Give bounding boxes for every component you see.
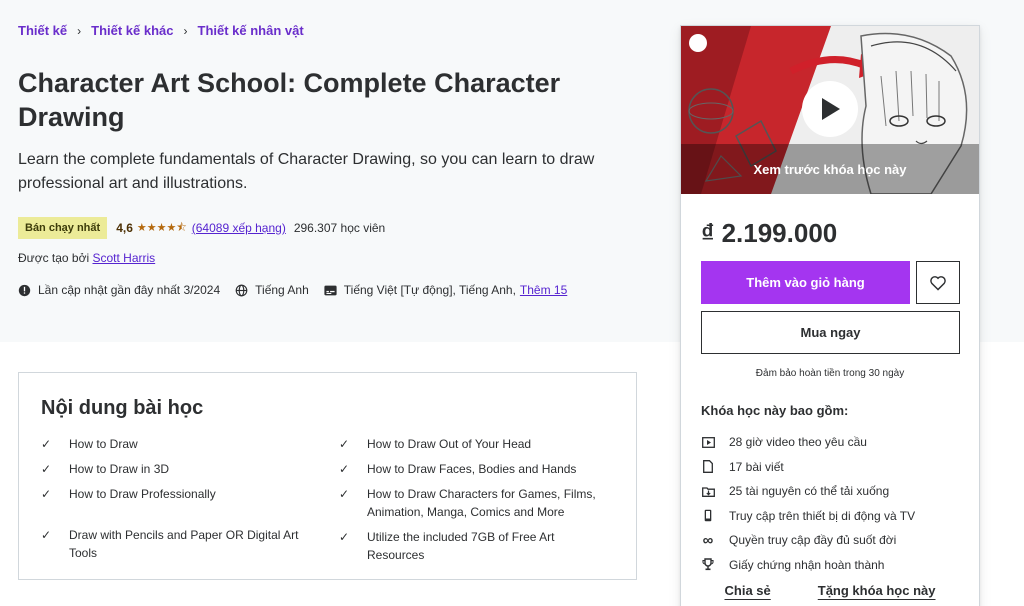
breadcrumb-item-other-design[interactable]: Thiết kế khác [91,23,173,38]
learning-title: Nội dung bài học [41,397,204,419]
last-updated: Lần cập nhật gần đây nhất 3/2024 [18,283,220,297]
include-text: 25 tài nguyên có thể tải xuống [729,484,890,499]
list-item: ✓ Draw with Pencils and Paper OR Digital … [41,526,311,562]
rating-value: 4,6 [116,221,133,235]
breadcrumb: Thiết kế › Thiết kế khác › Thiết kế nhân… [18,23,304,38]
include-text: Quyền truy cập đầy đủ suốt đời [729,533,897,548]
heart-icon [930,275,946,291]
chevron-right-icon: › [183,23,188,38]
buy-now-button[interactable]: Mua ngay [701,311,960,354]
list-item: Truy cập trên thiết bị di động và TV [701,504,915,529]
list-item: ✓ How to Draw Out of Your Head [339,435,609,453]
objective-text: How to Draw [69,437,138,451]
objective-text: Utilize the included 7GB of Free Art Res… [367,530,555,562]
list-item: ✓ How to Draw Faces, Bodies and Hands [339,460,609,478]
trophy-icon [701,558,715,572]
students-count: 296.307 học viên [293,221,386,235]
include-text: 28 giờ video theo yêu cầu [729,435,867,450]
preview-caption: Xem trước khóa học này [753,162,907,177]
language: Tiếng Anh [235,283,309,297]
bestseller-badge: Bán chạy nhất [18,217,108,239]
list-item: 28 giờ video theo yêu cầu [701,430,915,455]
course-title: Character Art School: Complete Character… [18,68,561,132]
objectives-right-column: ✓ How to Draw Out of Your Head ✓ How to Dr… [339,435,609,571]
star-rating-icon: ★★★★⯪ [136,221,187,234]
list-item: ✓ How to Draw Characters for Games, Films… [339,485,609,521]
objectives-left-column: ✓ How to Draw ✓ How to Draw in 3D ✓ How to … [41,435,311,569]
course-subtitle: Learn the complete fundamentals of Chara… [18,151,595,192]
created-by-label: Được tạo bởi [18,251,90,265]
money-back-guarantee: Đảm bảo hoàn tiền trong 30 ngày [755,368,905,379]
check-icon: ✓ [41,462,52,476]
include-text: Giấy chứng nhận hoàn thành [729,557,885,572]
course-preview[interactable]: Xem trước khóa học này [681,26,979,194]
list-item: ✓ How to Draw Professionally [41,485,311,503]
list-item: Giấy chứng nhận hoàn thành [701,553,915,578]
created-by: Được tạo bởi Scott Harris [18,251,155,265]
include-text: Truy cập trên thiết bị di động và TV [729,508,916,523]
ratings-count-link[interactable]: (64089 xếp hạng) [192,221,286,235]
check-icon: ✓ [339,462,350,476]
wishlist-button[interactable] [916,261,960,304]
check-icon: ✓ [41,437,52,451]
chevron-right-icon: › [77,23,82,38]
captions: Tiếng Việt [Tự động], Tiếng Anh, Thêm 15 [324,283,567,297]
video-icon [701,435,715,449]
check-icon: ✓ [41,528,52,542]
play-icon [822,98,840,120]
breadcrumb-item-character-design[interactable]: Thiết kế nhân vật [198,23,304,38]
language-text: Tiếng Anh [255,283,309,297]
includes-list: 28 giờ video theo yêu cầu 17 bài viết 25… [701,430,915,577]
infinity-icon: ∞ [702,531,714,549]
gift-course-link[interactable]: Tặng khóa học này [818,583,936,598]
download-icon [701,484,715,498]
alert-badge-icon [18,284,31,296]
play-button[interactable] [802,81,858,137]
list-item: 25 tài nguyên có thể tải xuống [701,479,915,504]
list-item: ✓ How to Draw in 3D [41,460,311,478]
purchase-card: Xem trước khóa học này ₫ 2.199.000 Thêm … [680,25,980,606]
author-link[interactable]: Scott Harris [92,251,155,265]
card-links: Chia sẻ Tặng khóa học này [681,583,979,598]
include-text: 17 bài viết [729,459,784,474]
check-icon: ✓ [339,487,350,501]
file-icon [701,460,715,474]
rating-row: Bán chạy nhất 4,6 ★★★★⯪ (64089 xếp hạng)… [18,217,385,239]
check-icon: ✓ [339,530,350,544]
list-item: ✓ Utilize the included 7GB of Free Art Re… [339,528,609,564]
objective-text: Draw with Pencils and Paper OR Digital A… [69,528,299,560]
objective-text: How to Draw in 3D [69,462,170,476]
objective-text: How to Draw Professionally [69,487,216,501]
list-item: ✓ How to Draw [41,435,311,453]
globe-icon [235,284,248,296]
add-to-cart-button[interactable]: Thêm vào giỏ hàng [701,261,910,304]
mobile-icon [701,509,715,523]
closed-captions-icon [324,285,337,295]
list-item: 17 bài viết [701,455,915,480]
includes-title: Khóa học này bao gồm: [701,403,849,418]
list-item: ∞ Quyền truy cập đầy đủ suốt đời [701,528,915,553]
learning-objectives: Nội dung bài học ✓ How to Draw ✓ How to Dr… [18,372,637,580]
objective-text: How to Draw Characters for Games, Films,… [367,487,596,519]
check-icon: ✓ [339,437,350,451]
captions-text: Tiếng Việt [Tự động], Tiếng Anh, [343,283,516,297]
objective-text: How to Draw Out of Your Head [367,437,532,451]
check-icon: ✓ [41,487,52,501]
course-meta: Lần cập nhật gần đây nhất 3/2024 Tiếng A… [18,283,582,297]
objective-text: How to Draw Faces, Bodies and Hands [367,462,577,476]
more-captions-link[interactable]: Thêm 15 [520,283,567,297]
share-link[interactable]: Chia sẻ [725,583,771,598]
last-updated-text: Lần cập nhật gần đây nhất 3/2024 [38,283,221,297]
breadcrumb-item-design[interactable]: Thiết kế [18,23,67,38]
course-price: ₫ 2.199.000 [701,218,838,248]
